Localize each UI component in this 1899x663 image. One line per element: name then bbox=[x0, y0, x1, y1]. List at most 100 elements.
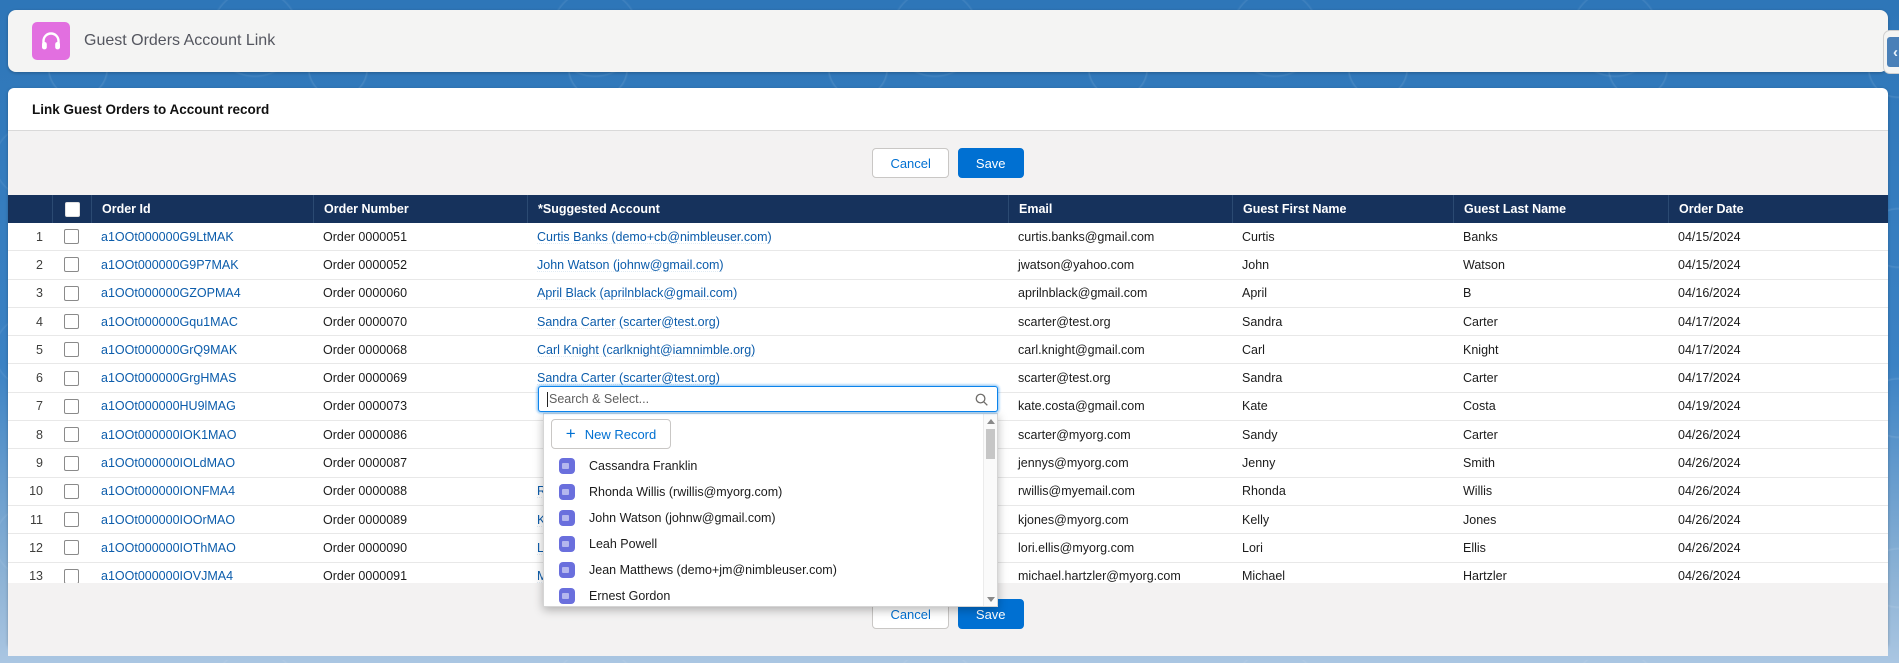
order-id-link[interactable]: a1OOt000000IOK1MAO bbox=[101, 428, 237, 442]
email-cell: aprilnblack@gmail.com bbox=[1008, 286, 1232, 300]
row-number: 8 bbox=[8, 428, 52, 442]
scrollbar-thumb[interactable] bbox=[986, 429, 995, 459]
suggested-account-link[interactable]: Carl Knight (carlknight@iamnimble.org) bbox=[537, 343, 755, 357]
col-order-date: Order Date bbox=[1668, 195, 1888, 223]
select-all-checkbox[interactable] bbox=[65, 202, 80, 217]
app-header: Guest Orders Account Link bbox=[8, 10, 1888, 72]
email-cell: kate.costa@gmail.com bbox=[1008, 399, 1232, 413]
order-id-link[interactable]: a1OOt000000IOLdMAO bbox=[101, 456, 235, 470]
row-checkbox[interactable] bbox=[64, 371, 79, 386]
text-cursor bbox=[547, 392, 548, 407]
order-id-cell: a1OOt000000IOOrMAO bbox=[91, 513, 313, 527]
row-checkbox[interactable] bbox=[64, 569, 79, 584]
email-cell: michael.hartzler@myorg.com bbox=[1008, 569, 1232, 583]
row-number: 1 bbox=[8, 230, 52, 244]
suggested-account-cell: Sandra Carter (scarter@test.org) bbox=[527, 371, 1008, 385]
suggested-account-link[interactable]: April Black (aprilnblack@gmail.com) bbox=[537, 286, 737, 300]
order-number-cell: Order 0000089 bbox=[313, 513, 527, 527]
row-checkbox[interactable] bbox=[64, 540, 79, 555]
suggested-account-cell: John Watson (johnw@gmail.com) bbox=[527, 258, 1008, 272]
row-checkbox[interactable] bbox=[64, 456, 79, 471]
order-number-cell: Order 0000086 bbox=[313, 428, 527, 442]
row-checkbox[interactable] bbox=[64, 229, 79, 244]
order-date-cell: 04/26/2024 bbox=[1668, 541, 1888, 555]
plus-icon: + bbox=[566, 425, 576, 442]
row-checkbox[interactable] bbox=[64, 286, 79, 301]
first-name-cell: Curtis bbox=[1232, 230, 1453, 244]
account-lookup-input[interactable]: Search & Select... bbox=[538, 386, 998, 412]
collapse-panel-tab[interactable]: ‹ bbox=[1883, 30, 1899, 74]
last-name-cell: Banks bbox=[1453, 230, 1668, 244]
last-name-cell: Carter bbox=[1453, 428, 1668, 442]
order-id-link[interactable]: a1OOt000000GrQ9MAK bbox=[101, 343, 237, 357]
suggested-account-cell: April Black (aprilnblack@gmail.com) bbox=[527, 286, 1008, 300]
order-number-cell: Order 0000068 bbox=[313, 343, 527, 357]
scroll-up-icon[interactable] bbox=[984, 415, 997, 427]
top-toolbar: Cancel Save bbox=[8, 131, 1888, 195]
order-id-link[interactable]: a1OOt000000Gqu1MAC bbox=[101, 315, 238, 329]
lookup-option[interactable]: Leah Powell bbox=[544, 531, 997, 557]
first-name-cell: Sandy bbox=[1232, 428, 1453, 442]
save-button[interactable]: Save bbox=[958, 148, 1024, 178]
suggested-account-link[interactable]: John Watson (johnw@gmail.com) bbox=[537, 258, 724, 272]
col-order-id: Order Id bbox=[91, 195, 313, 223]
first-name-cell: Michael bbox=[1232, 569, 1453, 583]
order-id-cell: a1OOt000000Gqu1MAC bbox=[91, 315, 313, 329]
order-id-link[interactable]: a1OOt000000G9LtMAK bbox=[101, 230, 234, 244]
order-id-link[interactable]: a1OOt000000IOThMAO bbox=[101, 541, 236, 555]
order-date-cell: 04/26/2024 bbox=[1668, 569, 1888, 583]
order-id-link[interactable]: a1OOt000000GZOPMA4 bbox=[101, 286, 241, 300]
lookup-option[interactable]: John Watson (johnw@gmail.com) bbox=[544, 505, 997, 531]
row-number: 3 bbox=[8, 286, 52, 300]
account-icon bbox=[559, 536, 575, 552]
order-date-cell: 04/19/2024 bbox=[1668, 399, 1888, 413]
row-checkbox-cell bbox=[52, 286, 91, 301]
row-checkbox[interactable] bbox=[64, 484, 79, 499]
email-cell: kjones@myorg.com bbox=[1008, 513, 1232, 527]
lookup-option[interactable]: Rhonda Willis (rwillis@myorg.com) bbox=[544, 479, 997, 505]
row-checkbox-cell bbox=[52, 512, 91, 527]
account-lookup-dropdown: + New Record Cassandra Franklin Rhonda W… bbox=[543, 413, 998, 607]
row-checkbox[interactable] bbox=[64, 314, 79, 329]
lookup-option[interactable]: Ernest Gordon bbox=[544, 583, 997, 609]
order-id-link[interactable]: a1OOt000000G9P7MAK bbox=[101, 258, 239, 272]
order-id-link[interactable]: a1OOt000000IOOrMAO bbox=[101, 513, 235, 527]
col-guest-first-name: Guest First Name bbox=[1232, 195, 1453, 223]
account-icon bbox=[559, 562, 575, 578]
order-id-cell: a1OOt000000GrgHMAS bbox=[91, 371, 313, 385]
table-row: 1 a1OOt000000G9LtMAK Order 0000051 Curti… bbox=[8, 223, 1888, 251]
scroll-down-icon[interactable] bbox=[984, 593, 997, 605]
lookup-option[interactable]: Jean Matthews (demo+jm@nimbleuser.com) bbox=[544, 557, 997, 583]
order-id-link[interactable]: a1OOt000000GrgHMAS bbox=[101, 371, 237, 385]
order-date-cell: 04/26/2024 bbox=[1668, 428, 1888, 442]
row-checkbox-cell bbox=[52, 229, 91, 244]
last-name-cell: Ellis bbox=[1453, 541, 1668, 555]
first-name-cell: Rhonda bbox=[1232, 484, 1453, 498]
order-date-cell: 04/17/2024 bbox=[1668, 371, 1888, 385]
order-date-cell: 04/16/2024 bbox=[1668, 286, 1888, 300]
row-checkbox[interactable] bbox=[64, 257, 79, 272]
suggested-account-link[interactable]: Sandra Carter (scarter@test.org) bbox=[537, 371, 720, 385]
lookup-option-label: Ernest Gordon bbox=[589, 589, 670, 603]
row-checkbox[interactable] bbox=[64, 342, 79, 357]
email-cell: jennys@myorg.com bbox=[1008, 456, 1232, 470]
order-id-cell: a1OOt000000IOVJMA4 bbox=[91, 569, 313, 583]
row-checkbox[interactable] bbox=[64, 427, 79, 442]
order-id-link[interactable]: a1OOt000000HU9lMAG bbox=[101, 399, 236, 413]
col-order-number: Order Number bbox=[313, 195, 527, 223]
suggested-account-link[interactable]: Curtis Banks (demo+cb@nimbleuser.com) bbox=[537, 230, 772, 244]
row-checkbox[interactable] bbox=[64, 399, 79, 414]
suggested-account-link[interactable]: Sandra Carter (scarter@test.org) bbox=[537, 315, 720, 329]
row-number: 4 bbox=[8, 315, 52, 329]
row-checkbox-cell bbox=[52, 456, 91, 471]
cancel-button[interactable]: Cancel bbox=[872, 148, 948, 178]
order-date-cell: 04/15/2024 bbox=[1668, 230, 1888, 244]
row-checkbox[interactable] bbox=[64, 512, 79, 527]
dropdown-scrollbar[interactable] bbox=[983, 414, 997, 606]
row-checkbox-cell bbox=[52, 427, 91, 442]
order-id-link[interactable]: a1OOt000000IONFMA4 bbox=[101, 484, 235, 498]
lookup-option[interactable]: Cassandra Franklin bbox=[544, 453, 997, 479]
new-record-button[interactable]: + New Record bbox=[551, 419, 671, 449]
order-id-link[interactable]: a1OOt000000IOVJMA4 bbox=[101, 569, 233, 583]
order-number-cell: Order 0000073 bbox=[313, 399, 527, 413]
